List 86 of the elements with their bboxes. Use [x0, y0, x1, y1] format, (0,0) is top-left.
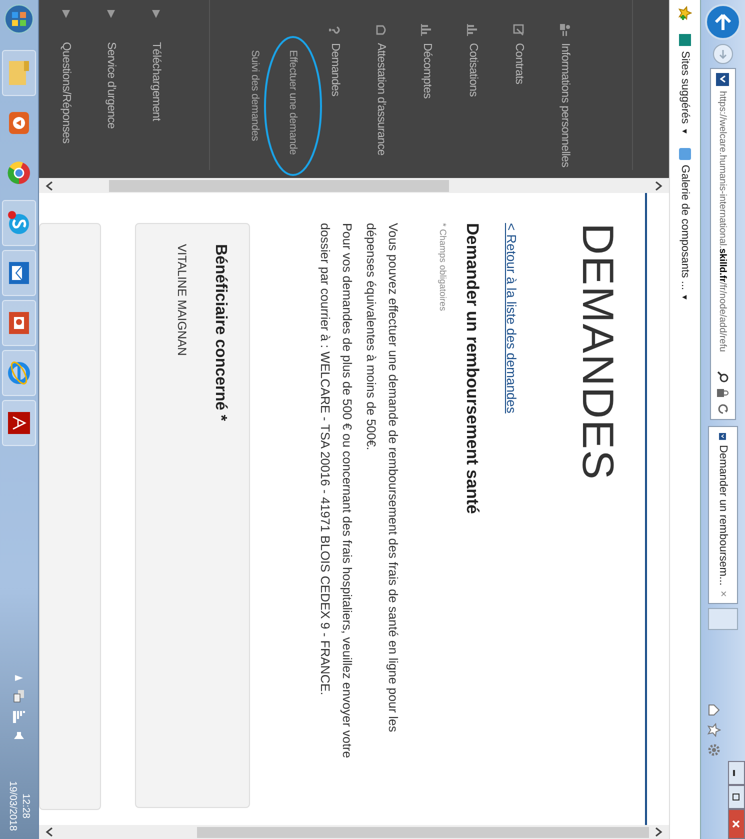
sidebar-item[interactable]: Demandes	[329, 43, 341, 96]
forward-button[interactable]	[713, 44, 733, 64]
back-arrow-icon	[712, 11, 734, 33]
form-heading: Demander un remboursement santé	[462, 223, 482, 516]
taskbar-app-button[interactable]	[2, 400, 36, 446]
forward-arrow-icon	[717, 48, 729, 60]
clock-time: 12:28	[19, 793, 32, 818]
sidebar-item[interactable]: Informations personnelles	[559, 43, 571, 168]
minimize-button[interactable]	[728, 761, 745, 785]
favicon-icon	[679, 148, 691, 160]
taskbar-app-button[interactable]	[2, 350, 36, 396]
site-favicon-icon	[716, 73, 730, 86]
tab-title: Demander un remboursem...	[717, 444, 729, 586]
certificate-icon	[375, 24, 387, 36]
sidebar-item[interactable]: Questions/Réponses	[60, 42, 72, 144]
contract-icon	[513, 24, 525, 36]
info-paragraph: Pour vos demandes de plus de 500 € ou concernant des frais hospitaliers, veuillez envoyer votre dossier par courrier à : WELCARE - TSA 20016 - 41971 BLOIS CEDEX 9 - FRANCE.	[317, 223, 355, 760]
pdf-icon	[7, 411, 31, 435]
folder-icon	[8, 60, 30, 86]
chevron-up-icon[interactable]	[655, 180, 663, 190]
sidebar-item[interactable]: Téléchargement	[150, 42, 162, 121]
browser-icon	[7, 161, 31, 185]
chevron-up-icon[interactable]	[655, 827, 663, 837]
favorites-link[interactable]: Galerie de composants ... ▾	[679, 148, 691, 300]
field-label: Bénéficiaire concerné *	[211, 244, 229, 423]
back-button[interactable]	[705, 4, 741, 40]
taskbar-app-button[interactable]	[2, 200, 36, 246]
lock-icon[interactable]	[717, 388, 729, 398]
info-paragraph: Vous pouvez effectuer une demande de remboursement des frais de santé en ligne pour les dépenses équivalentes à moins de 500€.	[363, 223, 401, 734]
url-text: https://welcare.humanis-international.skilld.fr/fr/node/add/refu	[718, 91, 728, 354]
sidebar-subitem[interactable]: Effectuer une demande	[287, 50, 299, 155]
favicon-icon	[679, 34, 691, 46]
home-icon[interactable]	[707, 703, 721, 717]
star-icon[interactable]	[707, 723, 721, 737]
network-icon[interactable]	[13, 688, 25, 703]
chart-icon	[421, 24, 433, 36]
page-scrollbar[interactable]	[39, 825, 669, 839]
sidebar-item[interactable]: Contrats	[513, 43, 525, 84]
caret-icon[interactable]	[108, 8, 116, 20]
address-bar[interactable]: https://welcare.humanis-international.skilld.fr/fr/node/add/refu	[710, 68, 736, 420]
scrollbar-thumb[interactable]	[109, 180, 449, 192]
favorites-label: Sites suggérés	[679, 51, 691, 124]
favorites-label: Galerie de composants ...	[679, 164, 691, 290]
page-title: DEMANDES	[572, 223, 623, 482]
globe-icon	[7, 361, 31, 385]
back-link[interactable]: < Retour à la liste des demandes	[504, 223, 519, 805]
settings-icon[interactable]	[707, 743, 721, 757]
signal-icon[interactable]	[13, 710, 25, 723]
question-icon	[329, 24, 341, 36]
caret-icon: ▾	[680, 128, 690, 134]
caret-icon: ▾	[680, 295, 690, 300]
sidebar-subitem[interactable]: Suivi des demandes	[249, 50, 261, 141]
refresh-icon[interactable]	[717, 403, 729, 415]
close-button[interactable]	[728, 809, 745, 839]
browser-tab[interactable]: Demander un remboursem... ×	[708, 426, 738, 604]
mail-icon	[8, 261, 30, 285]
sidebar-item[interactable]: Attestation d'assurance	[375, 43, 387, 156]
sidebar-item[interactable]: Cotisations	[467, 43, 479, 97]
sidebar-scrollbar[interactable]	[39, 178, 669, 193]
media-icon	[8, 111, 30, 135]
caret-icon[interactable]	[152, 8, 160, 20]
scrollbar-thumb[interactable]	[197, 826, 649, 838]
person-icon	[559, 24, 571, 36]
favorites-link[interactable]: Sites suggérés ▾	[679, 34, 691, 134]
chevron-down-icon[interactable]	[45, 180, 53, 190]
favorites-star-icon[interactable]	[678, 6, 692, 20]
maximize-icon	[732, 793, 740, 801]
maximize-button[interactable]	[728, 785, 745, 809]
required-fields-note: * Champs obligatoires	[438, 223, 448, 314]
slides-icon	[8, 311, 30, 335]
chevron-down-icon[interactable]	[45, 827, 53, 837]
taskbar-app-button[interactable]	[2, 250, 36, 296]
start-button[interactable]	[4, 4, 34, 34]
triangle-icon[interactable]	[15, 674, 23, 681]
clock-date: 19/03/2018	[6, 780, 19, 831]
sidebar-item[interactable]: Service d'urgence	[106, 42, 118, 129]
close-icon	[732, 820, 740, 828]
chat-icon	[7, 210, 31, 236]
clock[interactable]: 12:28 19/03/2018	[6, 780, 32, 831]
tab-close-button[interactable]: ×	[717, 590, 729, 597]
beneficiary-name: VITALINE MAIGNAN	[175, 244, 189, 358]
sidebar-item[interactable]: Décomptes	[421, 43, 433, 98]
search-icon[interactable]	[717, 371, 729, 383]
taskbar-app-button[interactable]	[2, 300, 36, 346]
chart-icon	[467, 24, 479, 36]
caret-icon[interactable]	[62, 8, 70, 20]
